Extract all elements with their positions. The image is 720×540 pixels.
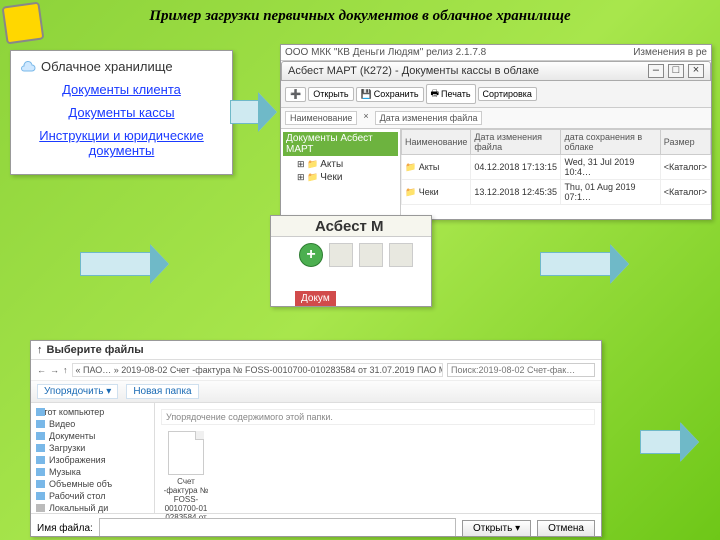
table-row[interactable]: 📁 Чеки 13.12.2018 12:45:35 Thu, 01 Aug 2…	[402, 180, 711, 205]
tree-root[interactable]: Документы Асбест МАРТ	[283, 132, 398, 156]
filename-label: Имя файла:	[37, 523, 93, 534]
side-volume[interactable]: Объемные объ	[35, 478, 150, 490]
save-button[interactable]: 💾Сохранить	[356, 87, 424, 102]
side-images[interactable]: Изображения	[35, 454, 150, 466]
organize-button[interactable]: Упорядочить ▾	[37, 384, 118, 399]
dialog-toolbar: Упорядочить ▾ Новая папка	[31, 381, 601, 403]
nav-fwd-icon[interactable]: →	[50, 365, 59, 375]
col-cdate[interactable]: дата сохранения в облаке	[561, 130, 660, 155]
dialog-sidebar: Этот компьютер Видео Документы Загрузки …	[31, 403, 155, 513]
arrow-1	[230, 100, 260, 124]
breadcrumb[interactable]: « ПАО… » 2019-08-02 Счет -фактура № FOSS…	[72, 363, 444, 377]
nav-back-icon[interactable]: ←	[37, 365, 46, 375]
toolbar: ➕ Открыть 💾Сохранить 🖶Печать Сортировка	[281, 81, 711, 108]
link-cash-docs[interactable]: Документы кассы	[19, 105, 224, 120]
col-mdate[interactable]: Дата изменения файла	[471, 130, 561, 155]
misc-tool-button[interactable]	[389, 243, 413, 267]
col-name[interactable]: Наименование	[402, 130, 471, 155]
minimize-button[interactable]: –	[648, 64, 664, 78]
app-caption-bar: ООО МКК "КВ Деньги Людям" релиз 2.1.7.8 …	[281, 45, 711, 61]
dialog-footer: Имя файла: Открыть ▾ Отмена	[31, 513, 601, 537]
up-arrow-icon[interactable]: ↑	[37, 344, 43, 356]
arrow-4	[640, 430, 682, 454]
filter-date[interactable]: Дата изменения файла	[375, 111, 483, 125]
filter-bar: Наименование × Дата изменения файла	[281, 108, 711, 129]
dialog-title-bar: ↑ Выберите файлы	[31, 341, 601, 360]
tree-node-cheki[interactable]: Чеки	[283, 171, 398, 184]
app-caption-right: Изменения в ре	[633, 47, 707, 58]
file-item[interactable]: Счет -фактура № FOSS-0010700-01 0283584 …	[161, 431, 211, 531]
folder-icon: 📁	[405, 187, 416, 197]
book-logo	[2, 2, 45, 45]
folder-window: ООО МКК "КВ Деньги Людям" релиз 2.1.7.8 …	[280, 44, 712, 220]
link-client-docs[interactable]: Документы клиента	[19, 82, 224, 97]
side-localc[interactable]: Локальный ди	[35, 502, 150, 513]
nav-up-icon[interactable]: ↑	[63, 365, 68, 375]
file-icon	[168, 431, 204, 475]
close-button[interactable]: ×	[688, 64, 704, 78]
search-input[interactable]	[447, 363, 595, 377]
filename-input[interactable]	[99, 518, 456, 537]
link-instructions[interactable]: Инструкции и юридические документы	[19, 128, 224, 158]
edit-tool-button[interactable]	[359, 243, 383, 267]
open-button[interactable]: Открыть	[308, 87, 353, 101]
col-size[interactable]: Размер	[660, 130, 710, 155]
arrow-3	[540, 252, 612, 276]
window-title: Асбест МАРТ (К272) - Документы кассы в о…	[288, 65, 539, 77]
cloud-storage-header: Облачное хранилище	[19, 59, 224, 74]
window-titlebar: Асбест МАРТ (К272) - Документы кассы в о…	[281, 61, 711, 81]
file-dialog: ↑ Выберите файлы ← → ↑ « ПАО… » 2019-08-…	[30, 340, 602, 537]
page-title: Пример загрузки первичных документов в о…	[0, 0, 720, 29]
toolbar-zoom-panel: Асбест М + Докум	[270, 215, 432, 307]
side-music[interactable]: Музыка	[35, 466, 150, 478]
folder-tree: Документы Асбест МАРТ Акты Чеки	[281, 129, 401, 219]
sort-button[interactable]: Сортировка	[478, 87, 537, 101]
side-desktop[interactable]: Рабочий стол	[35, 490, 150, 502]
open-file-button[interactable]: Открыть ▾	[462, 520, 531, 537]
dialog-nav: ← → ↑ « ПАО… » 2019-08-02 Счет -фактура …	[31, 360, 601, 381]
add-circle-button[interactable]: +	[299, 243, 323, 267]
side-video[interactable]: Видео	[35, 418, 150, 430]
cloud-header-text: Облачное хранилище	[41, 59, 173, 74]
hint-tooltip: Упорядочение содержимого этой папки.	[161, 409, 595, 425]
arrow-2	[80, 252, 152, 276]
cancel-button[interactable]: Отмена	[537, 520, 595, 537]
new-folder-button[interactable]: Новая папка	[126, 384, 198, 399]
zoom-title: Асбест М	[315, 218, 384, 235]
table-row[interactable]: 📁 Акты 04.12.2018 17:13:15 Wed, 31 Jul 2…	[402, 155, 711, 180]
side-docs[interactable]: Документы	[35, 430, 150, 442]
app-caption: ООО МКК "КВ Деньги Людям" релиз 2.1.7.8	[285, 47, 486, 58]
file-grid: Наименование Дата изменения файла дата с…	[401, 129, 711, 219]
dialog-title: Выберите файлы	[47, 344, 144, 356]
folder-tool-button[interactable]	[329, 243, 353, 267]
file-area: Упорядочение содержимого этой папки. Сче…	[155, 403, 601, 513]
filter-name[interactable]: Наименование	[285, 111, 357, 125]
side-downloads[interactable]: Загрузки	[35, 442, 150, 454]
add-button[interactable]: ➕	[285, 87, 306, 102]
side-thispc[interactable]: Этот компьютер	[35, 406, 150, 418]
cloud-storage-panel: Облачное хранилище Документы клиента Док…	[10, 50, 233, 175]
tree-node-akty[interactable]: Акты	[283, 158, 398, 171]
folder-icon: 📁	[405, 162, 416, 172]
zoom-tab[interactable]: Докум	[295, 291, 336, 306]
cloud-icon	[19, 60, 37, 74]
maximize-button[interactable]: □	[668, 64, 684, 78]
print-button[interactable]: 🖶Печать	[426, 84, 476, 104]
